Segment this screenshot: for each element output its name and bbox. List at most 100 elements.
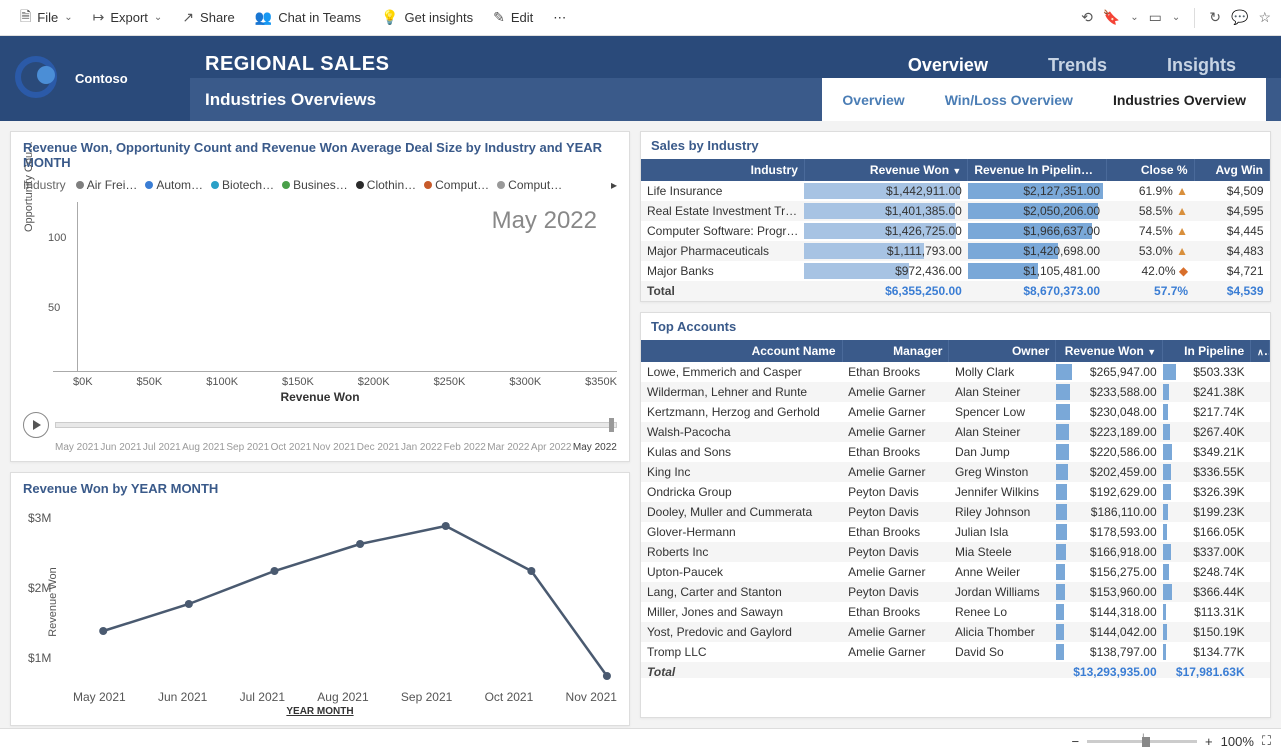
- file-menu[interactable]: 🗎File⌄: [10, 6, 83, 30]
- x-axis-ticks: May 2021Jun 2021Jul 2021Aug 2021Sep 2021…: [73, 690, 617, 704]
- play-button[interactable]: [23, 412, 49, 438]
- get-insights-button[interactable]: 💡Get insights: [371, 9, 483, 26]
- brand: Contoso: [0, 36, 190, 121]
- legend-item[interactable]: Comput…: [424, 178, 489, 192]
- column-header[interactable]: Revenue Won ▼: [1056, 340, 1163, 362]
- total-row: Total$13,293,935.00$17,981.63K: [641, 662, 1270, 678]
- reset-icon[interactable]: ⟲: [1081, 9, 1093, 26]
- teams-icon: 👥: [255, 9, 272, 26]
- export-menu[interactable]: ↦Export⌄: [83, 9, 173, 26]
- star-icon[interactable]: ☆: [1258, 9, 1271, 26]
- column-header[interactable]: In Pipeline: [1163, 340, 1251, 362]
- tab-overview[interactable]: Overview: [908, 55, 988, 76]
- column-header[interactable]: Close %: [1106, 159, 1194, 181]
- legend-next-icon[interactable]: ▸: [611, 178, 617, 192]
- sales-industry-card[interactable]: Sales by Industry IndustryRevenue Won ▼R…: [640, 131, 1271, 302]
- report-header: Contoso REGIONAL SALES Overview Trends I…: [0, 36, 1281, 121]
- bookmark-icon[interactable]: 🔖: [1103, 9, 1120, 26]
- export-icon: ↦: [93, 9, 105, 26]
- y-axis-label: Revenue Won: [47, 567, 59, 637]
- legend-item[interactable]: Comput…: [497, 178, 562, 192]
- timeline-labels: May 2021Jun 2021Jul 2021Aug 2021Sep 2021…: [55, 442, 617, 453]
- column-header[interactable]: Avg Win: [1194, 159, 1269, 181]
- table-row[interactable]: Glover-HermannEthan BrooksJulian Isla $1…: [641, 522, 1270, 542]
- sales-industry-table: IndustryRevenue Won ▼Revenue In Pipeline…: [641, 159, 1270, 301]
- table-row[interactable]: Wilderman, Lehner and RunteAmelie Garner…: [641, 382, 1270, 402]
- zoom-slider[interactable]: [1087, 740, 1197, 743]
- table-row[interactable]: Kulas and SonsEthan BrooksDan Jump $220,…: [641, 442, 1270, 462]
- table-row[interactable]: Lang, Carter and StantonPeyton DavisJord…: [641, 582, 1270, 602]
- table-row[interactable]: Upton-PaucekAmelie GarnerAnne Weiler $15…: [641, 562, 1270, 582]
- subtab-overview[interactable]: Overview: [842, 92, 904, 108]
- line-chart-card[interactable]: Revenue Won by YEAR MONTH Revenue Won $3…: [10, 472, 630, 726]
- ellipsis-icon: ⋯: [553, 10, 566, 26]
- table-row[interactable]: Miller, Jones and SawaynEthan BrooksRene…: [641, 602, 1270, 622]
- column-header[interactable]: Revenue Won ▼: [804, 159, 967, 181]
- status-bar: − + 100% ⛶: [0, 728, 1281, 753]
- tab-trends[interactable]: Trends: [1048, 55, 1107, 76]
- column-header[interactable]: Account Name: [641, 340, 842, 362]
- more-menu[interactable]: ⋯: [543, 10, 576, 26]
- column-header[interactable]: Revenue In Pipeline ▼: [968, 159, 1106, 181]
- share-icon: ↗: [182, 9, 194, 26]
- zoom-in-button[interactable]: +: [1205, 734, 1213, 749]
- chart-title: Revenue Won, Opportunity Count and Reven…: [23, 140, 617, 170]
- toolbar: 🗎File⌄ ↦Export⌄ ↗Share 👥Chat in Teams 💡G…: [0, 0, 1281, 36]
- chat-teams-button[interactable]: 👥Chat in Teams: [245, 9, 371, 26]
- logo-icon: [15, 56, 60, 101]
- legend-item[interactable]: Air Frei…: [76, 178, 138, 192]
- table-row[interactable]: Major Pharmaceuticals $1,111,793.00 $1,4…: [641, 241, 1270, 261]
- table-row[interactable]: Major Banks $972,436.00 $1,105,481.00 42…: [641, 261, 1270, 281]
- column-header[interactable]: Industry: [641, 159, 804, 181]
- chart-watermark: May 2022: [492, 207, 597, 235]
- refresh-icon[interactable]: ↻: [1209, 9, 1221, 26]
- table-row[interactable]: Kertzmann, Herzog and GerholdAmelie Garn…: [641, 402, 1270, 422]
- chart-plot-area[interactable]: $3M $2M $1M: [73, 506, 617, 686]
- legend-item[interactable]: Biotech…: [211, 178, 274, 192]
- column-header[interactable]: Owner: [949, 340, 1056, 362]
- table-row[interactable]: Computer Software: Progra… $1,426,725.00…: [641, 221, 1270, 241]
- page-subtitle: Industries Overviews: [205, 90, 376, 110]
- column-header[interactable]: Manager: [842, 340, 949, 362]
- legend-item[interactable]: Busines…: [282, 178, 348, 192]
- pencil-icon: ✎: [493, 9, 505, 26]
- table-row[interactable]: King IncAmelie GarnerGreg Winston $202,4…: [641, 462, 1270, 482]
- x-axis-label: Revenue Won: [23, 390, 617, 404]
- timeline-slider[interactable]: [55, 422, 617, 428]
- view-icon[interactable]: ▭: [1149, 9, 1162, 26]
- main-content: Revenue Won, Opportunity Count and Reven…: [0, 121, 1281, 728]
- scatter-chart-card[interactable]: Revenue Won, Opportunity Count and Reven…: [10, 131, 630, 462]
- table-row[interactable]: Ondricka GroupPeyton DavisJennifer Wilki…: [641, 482, 1270, 502]
- table-row[interactable]: Tromp LLCAmelie GarnerDavid So $138,797.…: [641, 642, 1270, 662]
- file-icon: 🗎: [20, 6, 31, 30]
- table-row[interactable]: Lowe, Emmerich and CasperEthan BrooksMol…: [641, 362, 1270, 382]
- share-button[interactable]: ↗Share: [172, 9, 244, 26]
- fit-page-icon[interactable]: ⛶: [1262, 733, 1271, 749]
- subtab-winloss[interactable]: Win/Loss Overview: [945, 92, 1073, 108]
- table-header-row: IndustryRevenue Won ▼Revenue In Pipeline…: [641, 159, 1270, 181]
- table-row[interactable]: Dooley, Muller and CummerataPeyton Davis…: [641, 502, 1270, 522]
- chart-title: Revenue Won by YEAR MONTH: [23, 481, 617, 496]
- subtab-industries[interactable]: Industries Overview: [1113, 92, 1246, 108]
- top-accounts-card[interactable]: Top Accounts Account NameManagerOwnerRev…: [640, 312, 1271, 718]
- table-row[interactable]: Roberts IncPeyton DavisMia Steele $166,9…: [641, 542, 1270, 562]
- legend-item[interactable]: Autom…: [145, 178, 203, 192]
- legend-item[interactable]: Clothin…: [356, 178, 416, 192]
- table-row[interactable]: Real Estate Investment Trusts $1,401,385…: [641, 201, 1270, 221]
- chart-plot-area[interactable]: May 2022 Opportunity Cou… 100 50: [53, 202, 617, 372]
- tab-insights[interactable]: Insights: [1167, 55, 1236, 76]
- x-axis-ticks: $0K$50K$100K$150K$200K$250K$300K$350K: [73, 376, 617, 388]
- table-title: Sales by Industry: [641, 132, 1270, 159]
- table-row[interactable]: Walsh-PacochaAmelie GarnerAlan Steiner $…: [641, 422, 1270, 442]
- edit-button[interactable]: ✎Edit: [483, 9, 543, 26]
- table-header-row: Account NameManagerOwnerRevenue Won ▼In …: [641, 340, 1270, 362]
- table-row[interactable]: Life Insurance $1,442,911.00 $2,127,351.…: [641, 181, 1270, 201]
- table-row[interactable]: Yost, Predovic and GaylordAmelie GarnerA…: [641, 622, 1270, 642]
- brand-name: Contoso: [75, 71, 128, 86]
- scroll-indicator[interactable]: ∧: [1251, 340, 1270, 362]
- comment-icon[interactable]: 💬: [1231, 9, 1248, 26]
- y-axis-label: Opportunity Cou…: [23, 141, 35, 232]
- chart-legend: Industry Air Frei…Autom…Biotech…Busines……: [23, 178, 617, 192]
- chevron-down-icon: ⌄: [64, 12, 72, 23]
- zoom-out-button[interactable]: −: [1071, 734, 1079, 749]
